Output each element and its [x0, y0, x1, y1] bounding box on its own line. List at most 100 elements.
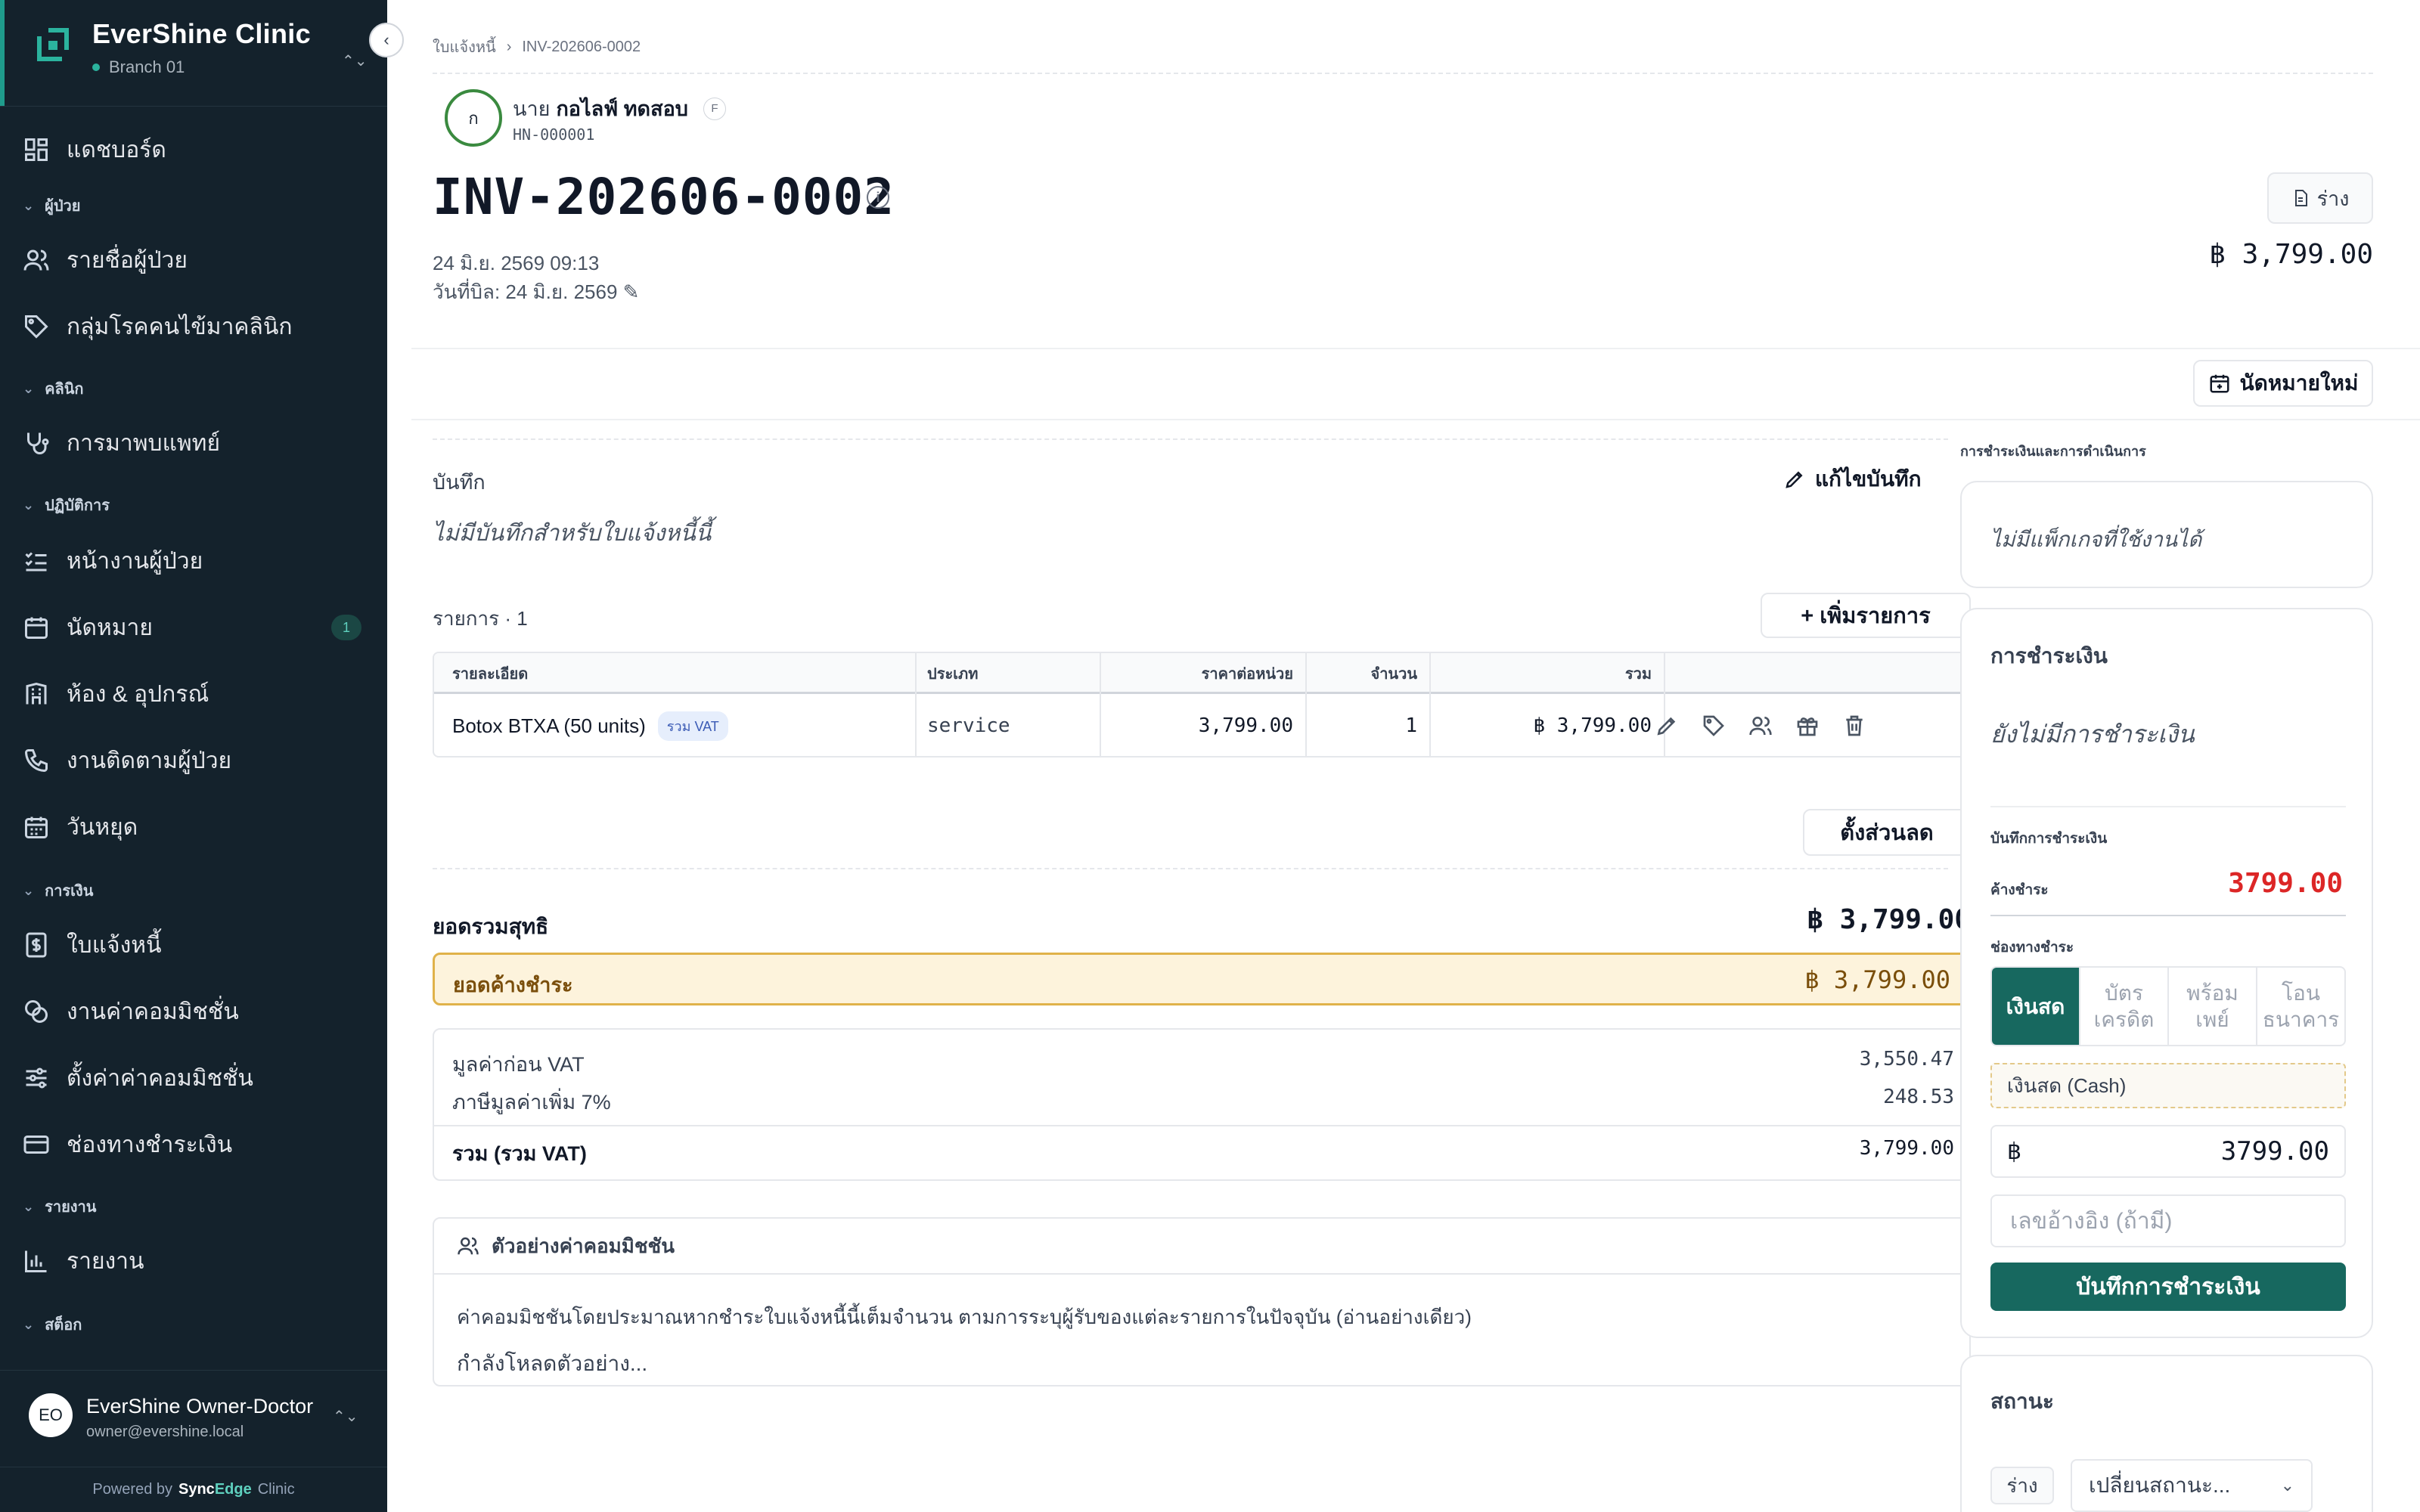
- sidebar-item-patient-groups[interactable]: กลุ่มโรคคนไข้มาคลินิก: [21, 304, 369, 349]
- amount-due-label: ค้างชำระ: [1990, 882, 2049, 898]
- sidebar-item-commission-jobs[interactable]: งานค่าคอมมิชชั่น: [21, 989, 369, 1034]
- new-appointment-label: นัดหมายใหม่: [2239, 371, 2359, 395]
- method-tab-credit-card[interactable]: บัตร เครดิต: [2079, 968, 2167, 1045]
- save-payment-button[interactable]: บันทึกการชำระเงิน: [1990, 1263, 2346, 1311]
- chevron-down-icon: ⌄: [23, 882, 35, 898]
- edit-item-button[interactable]: [1652, 711, 1682, 741]
- sidebar-item-reports[interactable]: รายงาน: [21, 1238, 369, 1284]
- payment-card: การชำระเงิน ยังไม่มีการชำระเงิน บันทึกกา…: [1960, 608, 2373, 1338]
- reference-input[interactable]: เลขอ้างอิง (ถ้ามี): [1990, 1194, 2346, 1247]
- sidebar-item-label: หน้างานผู้ป่วย: [67, 548, 203, 574]
- building-icon: [21, 679, 51, 709]
- payment-amount-input[interactable]: ฿ 3799.00: [1990, 1125, 2346, 1178]
- sliders-icon: [21, 1063, 51, 1093]
- notes-empty-text: ไม่มีบันทึกสำหรับใบแจ้งหนี้นี้: [433, 521, 712, 546]
- sidebar-item-commission-settings[interactable]: ตั้งค่าค่าคอมมิชชั่น: [21, 1055, 369, 1101]
- sidebar-section-finance[interactable]: ⌄ การเงิน: [23, 878, 93, 903]
- assign-staff-button[interactable]: [1745, 711, 1776, 741]
- method-tab-cash[interactable]: เงินสด: [1992, 968, 2079, 1045]
- outstanding-banner: ยอดค้างชำระ ฿ 3,799.00: [433, 953, 1971, 1005]
- chevron-down-icon: ⌄: [2280, 1476, 2294, 1495]
- sidebar-item-patient-worklist[interactable]: หน้างานผู้ป่วย: [21, 538, 369, 584]
- chevron-down-icon: ⌄: [23, 497, 35, 513]
- discount-item-button[interactable]: [1699, 711, 1729, 741]
- invoice-bill-date[interactable]: วันที่บิล: 24 มิ.ย. 2569 ✎: [433, 277, 639, 308]
- user-menu-chevron-icon[interactable]: ⌃⌄: [333, 1407, 358, 1426]
- brand[interactable]: EverShine Clinic Branch 01: [33, 18, 311, 77]
- chevron-down-icon: ⌄: [23, 380, 35, 396]
- method-tab-bank-transfer[interactable]: โอน ธนาคาร: [2256, 968, 2344, 1045]
- calendar-plus-icon: [2210, 374, 2229, 393]
- trash-icon: [1846, 715, 1863, 736]
- vat-included-badge: รวม VAT: [657, 711, 728, 741]
- sidebar-item-rooms[interactable]: ห้อง & อุปกรณ์: [21, 671, 369, 717]
- delete-item-button[interactable]: [1839, 711, 1869, 741]
- chevron-down-icon: ⌄: [23, 197, 35, 213]
- add-item-button[interactable]: + เพิ่มรายการ: [1761, 593, 1971, 638]
- sidebar-item-appointments[interactable]: นัดหมาย 1: [21, 605, 369, 650]
- chevron-down-icon: ⌄: [23, 1198, 35, 1214]
- status-draft-button[interactable]: ร่าง: [2267, 172, 2373, 224]
- dashboard-icon: [21, 135, 51, 165]
- branch-status-dot: [92, 64, 100, 71]
- pencil-icon: [1786, 471, 1803, 488]
- gift-icon: [1797, 717, 1818, 736]
- column-divider: [915, 653, 917, 756]
- sidebar-section-patients[interactable]: ⌄ ผู้ป่วย: [23, 194, 80, 218]
- amount-due-value: 3799.00: [2228, 868, 2343, 899]
- page-title: INV-202606-0002: [433, 168, 895, 226]
- notes-title: บันทึก: [433, 471, 486, 494]
- sidebar-item-label: ห้อง & อุปกรณ์: [67, 681, 209, 707]
- branch-switch-icon[interactable]: ⌃⌄: [342, 51, 368, 70]
- packages-empty-text: ไม่มีแพ็กเกจที่ใช้งานได้: [1990, 528, 2202, 551]
- change-status-placeholder: เปลี่ยนสถานะ...: [2089, 1473, 2231, 1497]
- item-unit-price: 3,799.00: [1198, 714, 1293, 737]
- sidebar-item-invoices[interactable]: ใบแจ้งหนี้: [21, 922, 369, 968]
- sidebar-nav: แดชบอร์ด ⌄ ผู้ป่วย รายชื่อผู้ป่วย กลุ่มโร…: [0, 121, 387, 1368]
- patient-name[interactable]: นาย กอไลฟ์ ทดสอบ F: [513, 92, 726, 125]
- sidebar-accent: [0, 0, 5, 106]
- sidebar-item-payment-channels[interactable]: ช่องทางชำระเงิน: [21, 1122, 369, 1167]
- sidebar: EverShine Clinic Branch 01 ⌃⌄ แดชบอร์ด ⌄…: [0, 0, 387, 1512]
- breadcrumb: ใบแจ้งหนี้ › INV-202606-0002: [433, 35, 641, 59]
- section-label: คลินิก: [45, 381, 84, 398]
- pre-vat-value: 3,550.47: [1859, 1048, 1954, 1070]
- user-menu[interactable]: EO EverShine Owner-Doctor owner@evershin…: [0, 1370, 387, 1464]
- edit-notes-button[interactable]: แก้ไขบันทึก: [1783, 463, 1922, 496]
- method-tab-promptpay[interactable]: พร้อม เพย์: [2167, 968, 2256, 1045]
- set-discount-button[interactable]: ตั้งส่วนลด: [1803, 809, 1971, 856]
- outstanding-value: ฿ 3,799.00: [1804, 965, 1950, 994]
- divider: [433, 868, 1948, 869]
- sidebar-item-dashboard[interactable]: แดชบอร์ด: [21, 127, 369, 172]
- divider: [434, 1125, 1969, 1126]
- pencil-icon: [1657, 717, 1676, 736]
- commission-title: ตัวอย่างค่าคอมมิชชัน: [492, 1234, 675, 1257]
- sidebar-item-label: แดชบอร์ด: [67, 137, 166, 163]
- gift-item-button[interactable]: [1792, 711, 1823, 741]
- sidebar-section-stock[interactable]: ⌄ สต็อก: [23, 1312, 82, 1337]
- sidebar-item-patient-list[interactable]: รายชื่อผู้ป่วย: [21, 237, 369, 283]
- breadcrumb-parent[interactable]: ใบแจ้งหนี้: [433, 35, 496, 59]
- outstanding-label: ยอดค้างชำระ: [453, 974, 573, 996]
- new-appointment-button[interactable]: นัดหมายใหม่: [2193, 360, 2373, 407]
- item-description: Botox BTXA (50 units): [452, 714, 646, 737]
- sidebar-item-holidays[interactable]: วันหยุด: [21, 804, 369, 850]
- section-label: ปฏิบัติการ: [45, 497, 110, 514]
- sidebar-collapse-button[interactable]: ‹: [369, 23, 404, 57]
- phone-icon: [21, 745, 51, 776]
- sidebar-item-label: วันหยุด: [67, 814, 138, 840]
- items-title: รายการ · 1: [433, 607, 528, 630]
- change-status-select[interactable]: เปลี่ยนสถานะ... ⌄: [2071, 1459, 2313, 1512]
- chevron-down-icon: ⌄: [23, 1316, 35, 1332]
- sidebar-item-followups[interactable]: งานติดตามผู้ป่วย: [21, 738, 369, 783]
- info-icon[interactable]: i: [867, 186, 889, 209]
- sidebar-item-label: ใบแจ้งหนี้: [67, 932, 162, 958]
- sidebar-item-doctor-visits[interactable]: การมาพบแพทย์: [21, 420, 369, 466]
- sidebar-divider: [0, 106, 387, 107]
- sidebar-section-operations[interactable]: ⌄ ปฏิบัติการ: [23, 493, 110, 517]
- patient-avatar[interactable]: ก: [445, 89, 502, 147]
- currency-symbol: ฿: [2007, 1139, 2022, 1164]
- sidebar-section-reports[interactable]: ⌄ รายงาน: [23, 1194, 96, 1219]
- sidebar-section-clinic[interactable]: ⌄ คลินิก: [23, 376, 84, 401]
- document-icon: [2294, 190, 2307, 206]
